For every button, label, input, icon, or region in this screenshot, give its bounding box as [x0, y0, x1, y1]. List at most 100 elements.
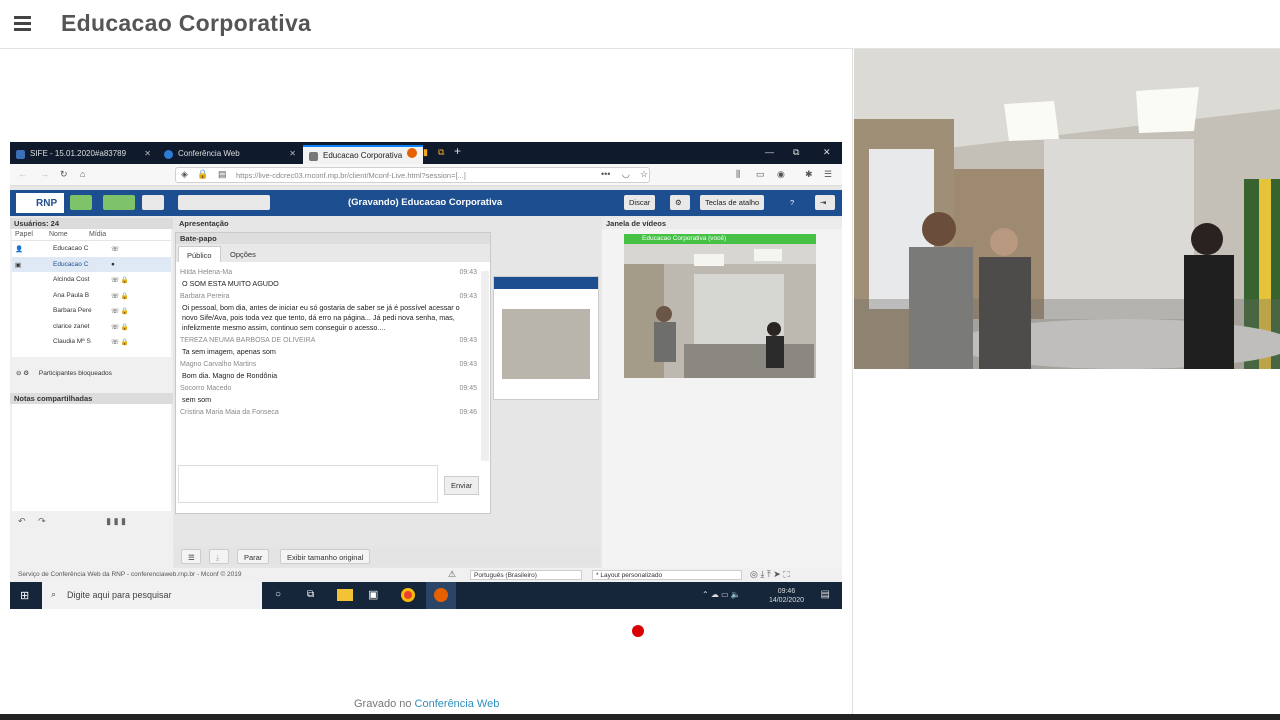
chat-scrollbar[interactable]: [481, 271, 489, 461]
browser-tab-active[interactable]: Educacao Corporativa: [303, 145, 423, 164]
stop-button[interactable]: Parar: [237, 549, 270, 564]
taskbar-search[interactable]: ⌕ Digite aqui para pesquisar: [42, 582, 262, 609]
message-text: sem som: [182, 395, 212, 404]
bookmark-star-icon[interactable]: ☆: [640, 169, 648, 180]
thumbnail-toolbar: [494, 277, 598, 289]
restore-icon[interactable]: ⧉: [793, 147, 799, 158]
cortana-icon[interactable]: ○: [275, 589, 281, 600]
webcam-panel: [852, 49, 1280, 720]
close-icon[interactable]: ✕: [289, 149, 296, 158]
shortcuts-button[interactable]: Teclas de atalho: [700, 195, 765, 210]
chat-message: TEREZA NEUMA BARBOSA DE OLIVEIRA 09:43 Ta …: [180, 337, 477, 357]
col-role[interactable]: Papel: [15, 231, 49, 238]
discar-button[interactable]: Discar: [624, 195, 656, 210]
extension-icon[interactable]: ▮: [423, 147, 428, 158]
thumbnail-video: [502, 309, 590, 379]
send-button[interactable]: Enviar: [444, 476, 480, 495]
presentation-thumbnail: [493, 276, 599, 400]
users-header: Usuários: 24: [10, 218, 173, 229]
firefox-icon: [434, 588, 448, 602]
presentation-title: Apresentação: [179, 219, 229, 228]
hamburger-menu-icon[interactable]: [14, 16, 31, 31]
col-name[interactable]: Nome: [49, 231, 89, 238]
warning-icon[interactable]: ⚠: [448, 569, 456, 580]
chat-window: Bate-papo Público Opções Hilda Helena-Ma…: [175, 232, 491, 514]
shield-icon[interactable]: ◈: [181, 169, 188, 180]
close-window-icon[interactable]: ✕: [823, 147, 831, 158]
volume-slider[interactable]: [178, 195, 270, 210]
user-name: clarice zanet: [53, 322, 90, 330]
browser-tab[interactable]: Conferência Web ✕: [158, 145, 300, 164]
logout-icon[interactable]: ⇥: [815, 195, 835, 210]
redo-icon[interactable]: ↷: [38, 516, 46, 526]
user-row[interactable]: 👤 Educacao C ☏: [12, 241, 171, 257]
new-tab-icon[interactable]: +: [454, 144, 461, 158]
top-header: Educacao Corporativa: [0, 0, 1280, 49]
url-bar[interactable]: https://live-cdcrec03.rnconf.mp.br/clien…: [175, 167, 650, 183]
tab-options[interactable]: Opções: [222, 246, 264, 262]
user-name: Barbara Pere: [53, 307, 92, 314]
layout-actions-icon[interactable]: ◎ ⤓ ⤒ ➤ ⛶: [750, 569, 790, 580]
lock-settings-icon[interactable]: ⊖ ⚙: [16, 370, 29, 377]
firefox-taskbar-item[interactable]: [426, 582, 456, 609]
undo-icon[interactable]: ↶: [18, 516, 26, 526]
windows-start-icon[interactable]: ⊞: [20, 589, 29, 602]
sidebar-icon[interactable]: ▭: [756, 169, 765, 180]
page-info-icon[interactable]: ▤: [218, 169, 227, 180]
original-size-button[interactable]: Exibir tamanho original: [280, 549, 371, 564]
file-explorer-icon[interactable]: [337, 589, 353, 601]
clock[interactable]: 09:46 14/02/2020: [769, 587, 804, 605]
chrome-icon[interactable]: [401, 588, 415, 602]
account-icon[interactable]: ◉: [777, 169, 785, 180]
user-row[interactable]: ▣ Educacao C ●: [12, 256, 171, 272]
users-count: Usuários: 24: [14, 219, 60, 228]
system-tray-icon[interactable]: ⌃ ☁ ▭ 🔈: [702, 590, 741, 599]
back-icon[interactable]: ←: [18, 169, 27, 179]
settings-gear-icon[interactable]: ⚙: [670, 195, 690, 210]
task-view-icon[interactable]: ⧉: [307, 589, 314, 600]
extensions-icon[interactable]: ✱: [805, 169, 813, 180]
bottom-strip: [0, 714, 1280, 720]
notes-file-icon[interactable]: ▮ ▮ ▮: [106, 516, 126, 526]
tab-public[interactable]: Público: [178, 246, 221, 262]
message-time: 09:43: [459, 337, 477, 344]
user-row[interactable]: clarice zanet ☏ 🔒: [12, 319, 171, 335]
presenter-webcam: [854, 49, 1280, 369]
clock-time: 09:46: [777, 588, 796, 595]
rnp-logo: RNP: [16, 193, 64, 213]
more-icon[interactable]: •••: [601, 169, 610, 179]
clock-date: 14/02/2020: [768, 597, 804, 604]
search-icon: ⌕: [51, 589, 57, 599]
pocket-icon[interactable]: ◡: [622, 169, 630, 180]
presentation-list-icon[interactable]: ☰: [181, 549, 201, 564]
browser-tab[interactable]: SIFE - 15.01.2020#a83789 ✕: [10, 145, 155, 164]
extension-icon[interactable]: ⧉: [438, 147, 444, 158]
user-row[interactable]: Alcinda Cost ☏ 🔒: [12, 272, 171, 288]
reload-icon[interactable]: ↻: [60, 169, 68, 180]
webcam-icon[interactable]: [103, 195, 135, 210]
upload-icon[interactable]: ⤓: [209, 549, 229, 564]
chat-input[interactable]: [178, 465, 438, 503]
shared-notes-area[interactable]: [12, 404, 171, 511]
user-row[interactable]: Barbara Pere ☏ 🔒: [12, 303, 171, 319]
browser-tab-bar: SIFE - 15.01.2020#a83789 ✕ Conferência W…: [10, 142, 842, 164]
minimize-icon[interactable]: —: [765, 147, 774, 157]
language-select[interactable]: Português (Brasileiro): [470, 570, 582, 580]
help-icon[interactable]: ?: [785, 195, 799, 210]
library-icon[interactable]: ⫼: [736, 169, 740, 180]
camera-icon[interactable]: ▣: [368, 588, 378, 601]
col-media[interactable]: Mídia: [89, 231, 106, 238]
record-icon[interactable]: [142, 195, 164, 210]
notifications-icon[interactable]: ▤: [821, 589, 830, 600]
layout-select[interactable]: * Layout personalizado: [592, 570, 742, 580]
webcam-scene: [624, 234, 816, 378]
close-icon[interactable]: ✕: [144, 149, 151, 158]
credit-link[interactable]: Conferência Web: [415, 698, 500, 710]
user-row[interactable]: Claudia Mª S ☏ 🔒: [12, 334, 171, 350]
forward-icon[interactable]: →: [40, 169, 49, 179]
menu-icon[interactable]: ☰: [824, 169, 832, 180]
audio-icon[interactable]: [70, 195, 92, 210]
home-icon[interactable]: ⌂: [80, 169, 85, 179]
blocked-participants-row[interactable]: ⊖ ⚙ Participantes bloqueados: [10, 357, 173, 393]
user-row[interactable]: Ana Paula B ☏ 🔒: [12, 288, 171, 304]
